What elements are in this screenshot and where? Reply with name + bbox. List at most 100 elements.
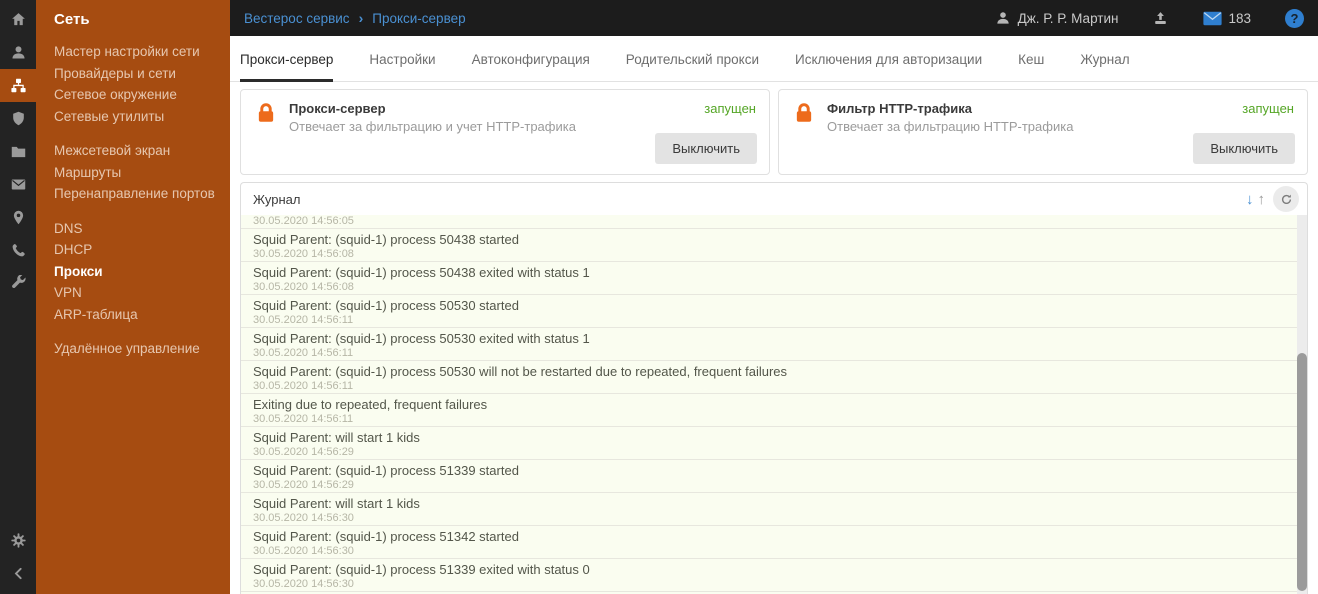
chevron-right-icon: ›: [358, 10, 364, 26]
mail-icon[interactable]: [0, 168, 36, 201]
sidebar-item-провайдеры-и-сети[interactable]: Провайдеры и сети: [36, 63, 230, 85]
log-timestamp: 30.05.2020 14:56:30: [253, 578, 354, 590]
disable-filter-button[interactable]: Выключить: [1193, 133, 1295, 164]
card-title: Фильтр HTTP-трафика: [827, 101, 973, 116]
card-subtitle: Отвечает за фильтрацию и учет HTTP-трафи…: [289, 119, 576, 134]
location-icon[interactable]: [0, 201, 36, 234]
sidebar-item-сетевые-утилиты[interactable]: Сетевые утилиты: [36, 106, 230, 128]
sidebar-item-межсетевой-экран[interactable]: Межсетевой экран: [36, 140, 230, 162]
log-row[interactable]: Squid Parent: (squid-1) process 50438 st…: [241, 229, 1307, 262]
user-name: Дж. Р. Р. Мартин: [1017, 10, 1119, 26]
log-row[interactable]: Squid Parent: (squid-1) process 50438 ex…: [241, 262, 1307, 295]
log-row[interactable]: Squid Parent: (squid-1) process 50530 wi…: [241, 361, 1307, 394]
log-timestamp: 30.05.2020 14:56:05: [253, 215, 354, 227]
sidebar-item-сетевое-окружение[interactable]: Сетевое окружение: [36, 84, 230, 106]
log-timestamp: 30.05.2020 14:56:29: [253, 446, 354, 458]
log-row-partial[interactable]: 30.05.2020 14:56:05: [241, 215, 1307, 229]
log-timestamp: 30.05.2020 14:56:29: [253, 479, 354, 491]
status-badge: запущен: [704, 101, 756, 116]
lock-icon: [253, 99, 279, 131]
tab-1[interactable]: Настройки: [369, 52, 435, 81]
scrollbar-thumb[interactable]: [1297, 353, 1307, 591]
sidebar-item-маршруты[interactable]: Маршруты: [36, 162, 230, 184]
log-message: Exiting due to repeated, frequent failur…: [253, 397, 488, 412]
log-row[interactable]: Squid Parent: (squid-1) process 50530 st…: [241, 295, 1307, 328]
log-row[interactable]: Squid Parent: (squid-1) process 51342 st…: [241, 526, 1307, 559]
status-badge: запущен: [1242, 101, 1294, 116]
settings-gear-icon[interactable]: [0, 524, 36, 557]
tab-3[interactable]: Родительский прокси: [626, 52, 759, 81]
help-icon[interactable]: ?: [1285, 8, 1304, 28]
main-content: Прокси-сервер Настройки Автоконфигурация Ро…: [230, 36, 1318, 594]
phone-icon[interactable]: [0, 234, 36, 267]
sidebar-item-прокси[interactable]: Прокси: [36, 261, 230, 283]
log-row[interactable]: Squid Parent: will start 1 kids 30.05.202…: [241, 427, 1307, 460]
submenu-group-2: DNS DHCP Прокси VPN ARP-таблица: [36, 218, 230, 326]
log-timestamp: 30.05.2020 14:56:30: [253, 545, 354, 557]
submenu-group-0: Мастер настройки сети Провайдеры и сети Се…: [36, 41, 230, 127]
tab-bar: Прокси-сервер Настройки Автоконфигурация Ро…: [230, 36, 1318, 82]
log-row[interactable]: Exiting due to repeated, frequent failur…: [241, 394, 1307, 427]
log-row[interactable]: Squid Parent: (squid-1) process 50530 ex…: [241, 328, 1307, 361]
sidebar-item-перенаправление-портов[interactable]: Перенаправление портов: [36, 183, 230, 205]
network-icon[interactable]: [0, 69, 36, 102]
home-icon[interactable]: [0, 3, 36, 36]
tab-2[interactable]: Автоконфигурация: [472, 52, 590, 81]
log-message: Squid Parent: (squid-1) process 50530 wi…: [253, 364, 788, 379]
submenu-title: Сеть: [54, 11, 90, 28]
breadcrumb-home[interactable]: Вестерос сервис: [244, 11, 350, 26]
envelope-icon: [1203, 11, 1223, 26]
disable-proxy-button[interactable]: Выключить: [655, 133, 757, 164]
log-timestamp: 30.05.2020 14:56:11: [253, 413, 354, 425]
sidebar-item-dhcp[interactable]: DHCP: [36, 239, 230, 261]
card-proxy-server: Прокси-сервер Отвечает за фильтрацию и у…: [240, 89, 770, 175]
log-row[interactable]: Squid Parent: will start 1 kids 30.05.202…: [241, 493, 1307, 526]
tab-6[interactable]: Журнал: [1080, 52, 1129, 81]
journal-header: Журнал ↓ ↑: [241, 183, 1307, 215]
tools-icon[interactable]: [0, 267, 36, 300]
log-row[interactable]: Squid Parent: (squid-1) process 51339 st…: [241, 460, 1307, 493]
user-menu[interactable]: Дж. Р. Р. Мартин: [995, 10, 1119, 26]
sidebar-item-dns[interactable]: DNS: [36, 218, 230, 240]
shield-icon[interactable]: [0, 102, 36, 135]
log-message: Squid Parent: (squid-1) process 50530 ex…: [253, 331, 590, 346]
sidebar-item-мастер-настройки-сети[interactable]: Мастер настройки сети: [36, 41, 230, 63]
service-cards: Прокси-сервер Отвечает за фильтрацию и у…: [240, 89, 1308, 175]
upload-icon[interactable]: [1152, 10, 1169, 27]
log-message: Squid Parent: (squid-1) process 51342 st…: [253, 529, 519, 544]
log-row[interactable]: Squid Parent: (squid-1) process 51339 ex…: [241, 559, 1307, 592]
log-timestamp: 30.05.2020 14:56:30: [253, 512, 354, 524]
breadcrumb-current[interactable]: Прокси-сервер: [372, 11, 465, 26]
tab-5[interactable]: Кеш: [1018, 52, 1044, 81]
log-message: Squid Parent: will start 1 kids: [253, 496, 420, 511]
journal-title: Журнал: [253, 191, 301, 207]
sort-descending-icon[interactable]: ↓: [1245, 192, 1255, 207]
log-message: Squid Parent: (squid-1) process 50530 st…: [253, 298, 519, 313]
mail-count: 183: [1228, 10, 1251, 26]
log-timestamp: 30.05.2020 14:56:08: [253, 248, 354, 260]
sidebar-item-arp-таблица[interactable]: ARP-таблица: [36, 304, 230, 326]
sidebar-item-удалённое-управление[interactable]: Удалённое управление: [36, 338, 230, 360]
card-subtitle: Отвечает за фильтрацию HTTP-трафика: [827, 119, 1074, 134]
tab-0[interactable]: Прокси-сервер: [240, 52, 334, 82]
submenu-group-1: Межсетевой экран Маршруты Перенаправление …: [36, 140, 230, 205]
submenu-group-3: Удалённое управление: [36, 338, 230, 360]
notifications-mail[interactable]: 183: [1203, 11, 1251, 26]
card-title: Прокси-сервер: [289, 101, 386, 116]
network-submenu: Сеть Мастер настройки сети Провайдеры и с…: [36, 0, 230, 594]
refresh-icon[interactable]: [1273, 186, 1299, 212]
log-timestamp: 30.05.2020 14:56:08: [253, 281, 354, 293]
log-list: 30.05.2020 14:56:05 Squid Parent: (squid-…: [241, 215, 1307, 594]
collapse-sidebar-icon[interactable]: [0, 557, 36, 590]
lock-icon: [791, 99, 817, 131]
users-icon[interactable]: [0, 36, 36, 69]
log-message: Squid Parent: (squid-1) process 50438 ex…: [253, 265, 590, 280]
folder-icon[interactable]: [0, 135, 36, 168]
sort-ascending-icon[interactable]: ↑: [1257, 192, 1267, 207]
scrollbar-track[interactable]: [1297, 215, 1307, 594]
log-timestamp: 30.05.2020 14:56:11: [253, 314, 354, 326]
sidebar-item-vpn[interactable]: VPN: [36, 282, 230, 304]
tab-4[interactable]: Исключения для авторизации: [795, 52, 982, 81]
log-timestamp: 30.05.2020 14:56:11: [253, 380, 354, 392]
icon-rail: [0, 0, 36, 594]
